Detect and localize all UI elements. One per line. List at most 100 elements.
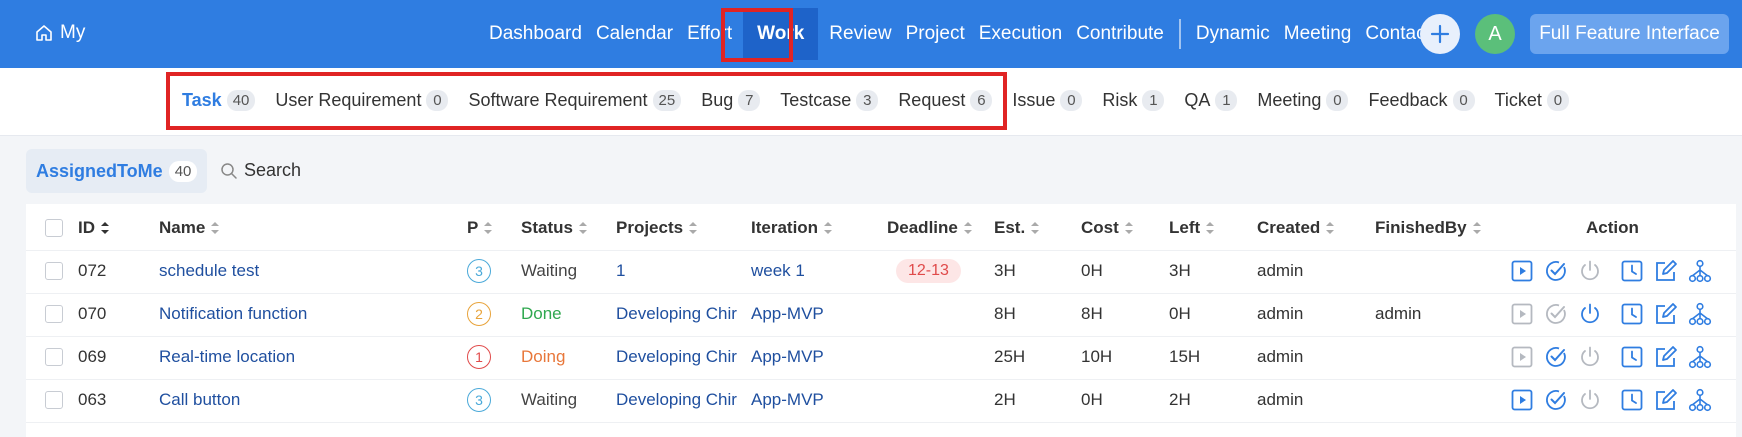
header-finishedby[interactable]: FinishedBy: [1375, 204, 1482, 251]
tab-label: QA: [1184, 90, 1211, 110]
filter-count: 40: [168, 160, 198, 182]
power-icon: [1581, 389, 1599, 409]
edit-icon: [1656, 345, 1677, 367]
header-iteration[interactable]: Iteration: [751, 204, 833, 251]
sort-icon: [210, 221, 220, 235]
iteration-link[interactable]: App-MVP: [751, 290, 824, 337]
check-circle-icon: [1546, 260, 1566, 281]
task-name-link[interactable]: Notification function: [159, 290, 307, 337]
tab-risk[interactable]: Risk 1: [1102, 90, 1165, 111]
header-deadline[interactable]: Deadline: [887, 204, 973, 251]
start-button[interactable]: [1510, 345, 1534, 369]
search-button[interactable]: Search: [220, 160, 301, 181]
nav-contribute[interactable]: Contribute: [1069, 23, 1171, 45]
task-name-link[interactable]: Call button: [159, 376, 240, 423]
home-link[interactable]: My: [34, 22, 85, 44]
finish-button[interactable]: [1544, 259, 1568, 283]
table-row[interactable]: 069 Real-time location 1 Doing Developin…: [26, 333, 1736, 380]
tab-issue[interactable]: Issue 0: [1012, 90, 1083, 111]
header-est-label: Est.: [994, 217, 1026, 237]
sort-icon: [823, 221, 833, 235]
close-button[interactable]: [1578, 388, 1602, 412]
table-row[interactable]: 063 Call button 3 Waiting Developing Chi…: [26, 376, 1736, 423]
tab-qa[interactable]: QA 1: [1184, 90, 1238, 111]
task-name-link[interactable]: schedule test: [159, 247, 259, 294]
row-checkbox[interactable]: [45, 390, 63, 409]
cost-value: 10H: [1081, 346, 1113, 366]
close-button[interactable]: [1578, 302, 1602, 326]
project-link[interactable]: Developing Chir: [616, 376, 746, 423]
record-effort-button[interactable]: [1620, 345, 1644, 369]
nav-project[interactable]: Project: [899, 23, 972, 45]
start-button[interactable]: [1510, 259, 1534, 283]
nav-review[interactable]: Review: [822, 23, 898, 45]
tab-count: 0: [1060, 90, 1083, 111]
edit-button[interactable]: [1654, 388, 1678, 412]
header-status[interactable]: Status: [521, 204, 588, 251]
avatar[interactable]: A: [1475, 14, 1515, 54]
table-header-row: ID Name P Status Projects Iteration Dead…: [26, 204, 1736, 251]
finish-button[interactable]: [1544, 345, 1568, 369]
batch-create-button[interactable]: [1688, 259, 1712, 283]
header-projects[interactable]: Projects: [616, 204, 698, 251]
row-checkbox[interactable]: [45, 304, 63, 323]
header-p[interactable]: P: [467, 204, 493, 251]
batch-create-button[interactable]: [1688, 302, 1712, 326]
create-button[interactable]: [1420, 14, 1460, 54]
header-cost[interactable]: Cost: [1081, 204, 1134, 251]
finish-button[interactable]: [1544, 388, 1568, 412]
header-left[interactable]: Left: [1169, 204, 1215, 251]
row-id: 063: [78, 389, 107, 409]
edit-button[interactable]: [1654, 259, 1678, 283]
close-button[interactable]: [1578, 259, 1602, 283]
iteration-link[interactable]: App-MVP: [751, 333, 824, 380]
nav-meeting[interactable]: Meeting: [1277, 23, 1359, 45]
full-feature-interface-button[interactable]: Full Feature Interface: [1530, 14, 1729, 54]
edit-button[interactable]: [1654, 345, 1678, 369]
row-checkbox[interactable]: [45, 347, 63, 366]
select-all-checkbox[interactable]: [45, 218, 63, 237]
play-icon: [1511, 260, 1533, 281]
finish-button[interactable]: [1544, 302, 1568, 326]
assigned-to-me-filter[interactable]: AssignedToMe 40: [26, 149, 208, 193]
task-name-link[interactable]: Real-time location: [159, 333, 295, 380]
start-button[interactable]: [1510, 302, 1534, 326]
nav-dashboard[interactable]: Dashboard: [482, 23, 589, 45]
batch-create-button[interactable]: [1688, 388, 1712, 412]
row-actions: [1510, 376, 1712, 423]
header-id[interactable]: ID: [78, 204, 110, 251]
nav-execution[interactable]: Execution: [972, 23, 1069, 45]
project-link[interactable]: Developing Chir: [616, 290, 746, 337]
tab-feedback[interactable]: Feedback 0: [1368, 90, 1475, 111]
close-button[interactable]: [1578, 345, 1602, 369]
edit-button[interactable]: [1654, 302, 1678, 326]
iteration-link[interactable]: App-MVP: [751, 376, 824, 423]
search-icon: [221, 162, 237, 179]
nav-calendar[interactable]: Calendar: [589, 23, 680, 45]
home-icon: [36, 25, 52, 41]
table-row[interactable]: 072 schedule test 3 Waiting 1 week 1 12-…: [26, 247, 1736, 294]
header-name[interactable]: Name: [159, 204, 220, 251]
record-effort-button[interactable]: [1620, 302, 1644, 326]
tab-ticket[interactable]: Ticket 0: [1495, 90, 1569, 111]
record-effort-button[interactable]: [1620, 259, 1644, 283]
sort-icon: [1325, 221, 1335, 235]
row-id: 072: [78, 260, 107, 280]
start-button[interactable]: [1510, 388, 1534, 412]
nav-divider: [1178, 19, 1181, 49]
left-value: 2H: [1169, 389, 1191, 409]
iteration-link[interactable]: week 1: [751, 247, 805, 294]
header-est[interactable]: Est.: [994, 204, 1040, 251]
edit-icon: [1656, 302, 1677, 324]
tab-meeting[interactable]: Meeting 0: [1257, 90, 1349, 111]
record-effort-button[interactable]: [1620, 388, 1644, 412]
batch-create-button[interactable]: [1688, 345, 1712, 369]
row-checkbox[interactable]: [45, 261, 63, 280]
header-created[interactable]: Created: [1257, 204, 1335, 251]
nav-dynamic[interactable]: Dynamic: [1189, 23, 1277, 45]
project-link[interactable]: 1: [616, 247, 746, 294]
table-row[interactable]: 070 Notification function 2 Done Develop…: [26, 290, 1736, 337]
project-link[interactable]: Developing Chir: [616, 333, 746, 380]
est-value: 8H: [994, 303, 1016, 323]
tab-label: Risk: [1102, 90, 1138, 110]
